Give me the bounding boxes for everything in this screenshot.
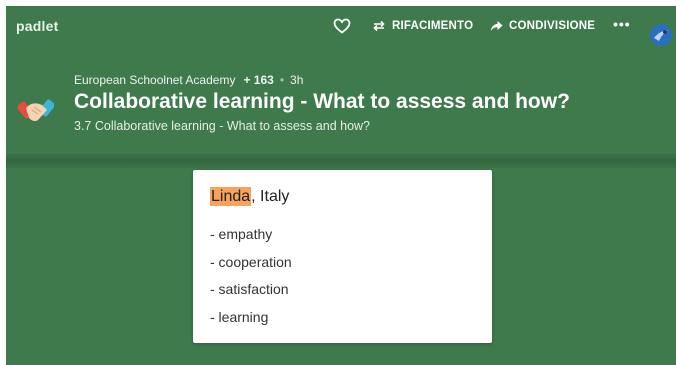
list-item: - empathy bbox=[210, 226, 273, 242]
list-item: - cooperation bbox=[210, 253, 292, 270]
share-button[interactable]: CONDIVISIONE bbox=[490, 18, 595, 34]
contributor-count: + 163 bbox=[243, 73, 274, 87]
heart-icon[interactable] bbox=[333, 18, 351, 34]
repeat-icon bbox=[373, 20, 385, 32]
remake-label: RIFACIMENTO bbox=[392, 20, 474, 32]
post-location: , Italy bbox=[251, 188, 290, 205]
top-bar: padlet RIFACIMENTO CONDIVISIONE ••• bbox=[6, 6, 676, 46]
post-time: 3h bbox=[290, 73, 304, 87]
padlet-logo[interactable]: padlet bbox=[16, 18, 58, 34]
board-title: Collaborative learning - What to assess … bbox=[74, 90, 570, 113]
background-texture bbox=[6, 154, 676, 168]
author-name[interactable]: European Schoolnet Academy bbox=[74, 73, 235, 87]
board-meta: European Schoolnet Academy + 163 • 3h bbox=[74, 73, 303, 87]
share-label: CONDIVISIONE bbox=[509, 20, 596, 32]
list-item: - satisfaction bbox=[210, 281, 289, 297]
post-title: Linda, Italy bbox=[210, 187, 290, 206]
handshake-icon bbox=[16, 92, 56, 126]
list-item: - learning bbox=[210, 308, 269, 325]
meta-separator: • bbox=[279, 73, 285, 87]
post-card[interactable]: Linda, Italy - empathy - cooperation - s… bbox=[193, 170, 492, 343]
share-arrow-icon bbox=[490, 21, 503, 31]
board-subtitle: 3.7 Collaborative learning - What to ass… bbox=[74, 119, 370, 133]
padlet-board: padlet RIFACIMENTO CONDIVISIONE ••• Euro… bbox=[6, 6, 676, 365]
post-body-list: - empathy - cooperation - satisfaction -… bbox=[210, 225, 292, 335]
user-avatar[interactable] bbox=[650, 24, 672, 46]
remake-button[interactable]: RIFACIMENTO bbox=[372, 18, 473, 34]
more-options-icon[interactable]: ••• bbox=[613, 16, 631, 32]
post-author-highlight: Linda bbox=[210, 187, 252, 206]
